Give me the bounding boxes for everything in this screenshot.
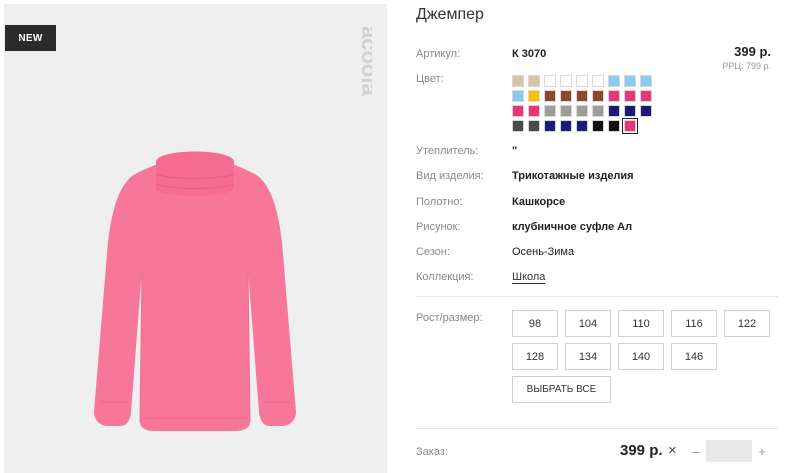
color-swatch[interactable] — [544, 75, 556, 87]
color-swatch[interactable] — [576, 120, 588, 132]
color-swatch[interactable] — [528, 120, 540, 132]
select-all-button[interactable]: ВЫБРАТЬ ВСЕ — [512, 376, 611, 403]
color-swatch[interactable] — [592, 75, 604, 87]
divider — [416, 428, 778, 429]
quantity-increase-button[interactable]: + — [756, 443, 768, 459]
product-title: Джемпер — [416, 6, 484, 23]
size-option-110[interactable]: 110 — [618, 310, 664, 337]
color-swatch[interactable] — [512, 120, 524, 132]
size-label: Рост/размер: — [416, 312, 483, 324]
collection-label: Коллекция: — [416, 271, 474, 283]
color-swatch[interactable] — [608, 105, 620, 117]
new-badge: NEW — [5, 25, 56, 51]
fabric-label: Полотно: — [416, 196, 463, 208]
color-swatch[interactable] — [560, 90, 572, 102]
color-swatch[interactable] — [608, 120, 620, 132]
color-swatch[interactable] — [576, 75, 588, 87]
insulation-value: " — [512, 145, 518, 157]
color-swatch[interactable] — [624, 75, 636, 87]
color-swatch[interactable] — [640, 105, 652, 117]
brand-logo-text: acoola — [357, 26, 372, 96]
color-swatch[interactable] — [640, 90, 652, 102]
brand-logo: acoola — [357, 26, 372, 96]
color-swatch[interactable] — [560, 105, 572, 117]
color-swatch[interactable] — [528, 105, 540, 117]
size-option-146[interactable]: 146 — [671, 343, 717, 370]
season-label: Сезон: — [416, 246, 450, 258]
season-value: Осень-Зима — [512, 246, 575, 258]
color-swatch[interactable] — [544, 105, 556, 117]
color-swatch[interactable] — [560, 120, 572, 132]
quantity-decrease-button[interactable]: – — [690, 443, 702, 459]
color-swatch[interactable] — [576, 90, 588, 102]
size-option-134[interactable]: 134 — [565, 343, 611, 370]
color-swatch[interactable] — [512, 75, 524, 87]
color-swatch[interactable] — [624, 90, 636, 102]
insulation-label: Утеплитель: — [416, 145, 479, 157]
color-swatch[interactable] — [576, 105, 588, 117]
color-swatch[interactable] — [544, 120, 556, 132]
item-type-label: Вид изделия: — [416, 170, 484, 182]
quantity-input[interactable] — [706, 440, 752, 462]
size-option-104[interactable]: 104 — [565, 310, 611, 337]
color-swatch[interactable] — [592, 90, 604, 102]
color-swatch[interactable] — [592, 105, 604, 117]
product-image-panel: NEW acoola — [4, 4, 387, 473]
size-option-128[interactable]: 128 — [512, 343, 558, 370]
article-value: К 3070 — [512, 48, 547, 60]
color-swatch[interactable] — [640, 75, 652, 87]
product-rrp: РРЦ: 799 р. — [722, 61, 771, 71]
order-price: 399 р. — [620, 442, 663, 459]
color-swatch[interactable] — [512, 105, 524, 117]
times-icon: × — [668, 442, 677, 459]
article-label: Артикул: — [416, 48, 461, 60]
size-option-98[interactable]: 98 — [512, 310, 558, 337]
size-option-116[interactable]: 116 — [671, 310, 717, 337]
item-type-value: Трикотажные изделия — [512, 170, 634, 182]
color-swatch[interactable] — [512, 90, 524, 102]
pattern-value: клубничное суфле Ал — [512, 221, 633, 233]
size-option-122[interactable]: 122 — [724, 310, 770, 337]
divider — [416, 296, 778, 297]
pattern-label: Рисунок: — [416, 221, 461, 233]
size-option-140[interactable]: 140 — [618, 343, 664, 370]
color-swatch[interactable] — [528, 75, 540, 87]
color-swatch[interactable] — [622, 118, 638, 134]
color-swatch[interactable] — [608, 90, 620, 102]
color-swatch[interactable] — [608, 75, 620, 87]
fabric-value: Кашкорсе — [512, 196, 566, 208]
color-label: Цвет: — [416, 73, 444, 85]
color-swatch[interactable] — [560, 75, 572, 87]
color-swatch[interactable] — [528, 90, 540, 102]
color-swatches — [512, 75, 652, 134]
collection-link[interactable]: Школа — [512, 271, 545, 283]
order-label: Заказ: — [416, 446, 448, 458]
color-swatch[interactable] — [544, 90, 556, 102]
product-photo — [94, 151, 296, 431]
color-swatch[interactable] — [624, 105, 636, 117]
product-price: 399 р. — [734, 44, 771, 59]
color-swatch[interactable] — [592, 120, 604, 132]
